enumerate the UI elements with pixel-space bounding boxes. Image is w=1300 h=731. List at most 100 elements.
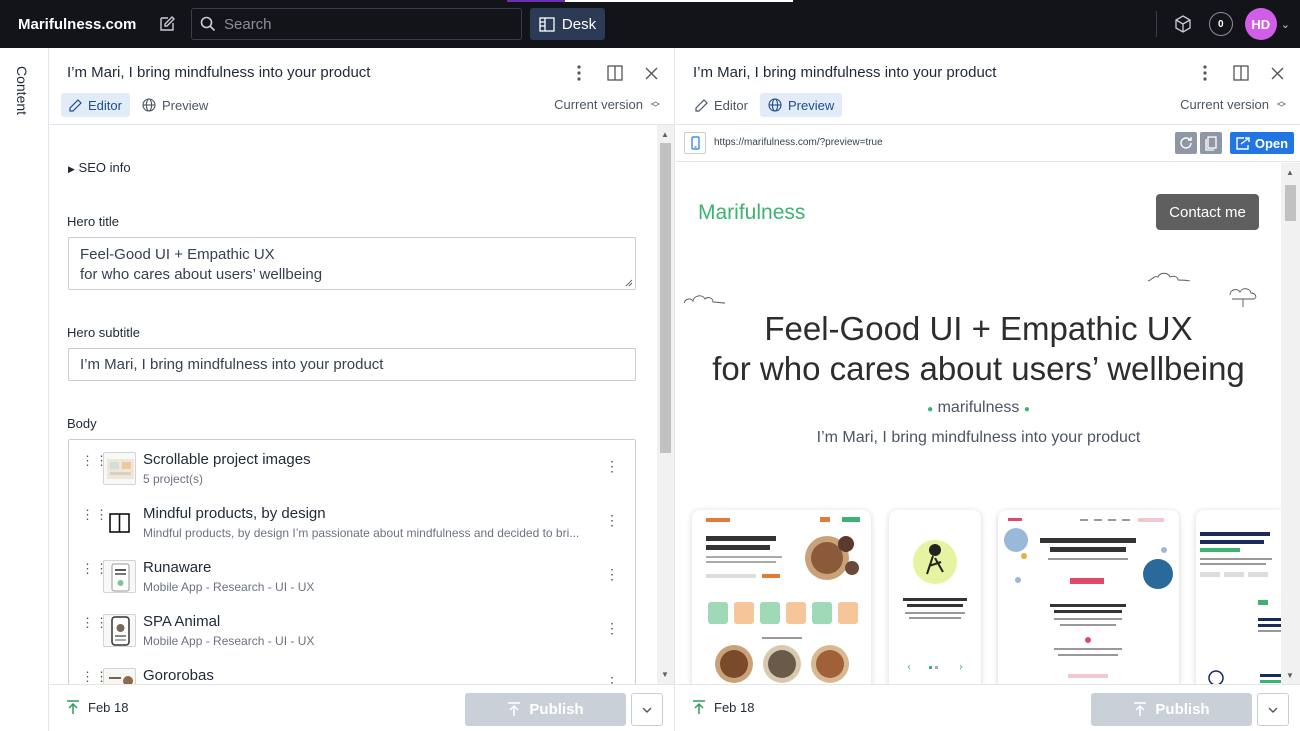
more-options-icon[interactable]: [568, 62, 590, 84]
cloud-doodle: [1229, 288, 1257, 307]
search-input[interactable]: Search: [191, 8, 522, 40]
scrollbar-thumb[interactable]: [660, 143, 671, 453]
scroll-down-arrow-icon[interactable]: ▼: [661, 670, 669, 679]
notification-count-badge[interactable]: 0: [1208, 12, 1233, 36]
hero-title-field[interactable]: Feel-Good UI + Empathic UX for who cares…: [68, 237, 636, 290]
list-item-title: SPA Animal: [143, 613, 221, 630]
chevron-down-icon[interactable]: ⌄: [1281, 18, 1290, 31]
publish-menu-button[interactable]: [631, 693, 663, 726]
site-preview: Marifulness Contact me Feel-Good UI + Em…: [676, 163, 1281, 684]
external-link-icon: [1236, 136, 1250, 150]
open-button[interactable]: Open: [1230, 132, 1294, 154]
preview-url-bar: https://marifulness.com/?preview=true Op…: [676, 125, 1300, 162]
list-item-subtitle: Mobile App - Research - UI - UX: [143, 634, 315, 648]
split-pane-icon[interactable]: [1230, 62, 1252, 84]
more-options-icon[interactable]: [1194, 62, 1216, 84]
more-options-icon[interactable]: ⋮: [605, 566, 619, 583]
tab-preview-label: Preview: [161, 97, 209, 113]
chevron-down-icon: [1268, 707, 1278, 713]
site-logo[interactable]: Marifulness: [698, 201, 805, 225]
drag-handle-icon[interactable]: ⋮⋮: [81, 670, 108, 684]
hero-title-line-1: Feel-Good UI + Empathic UX: [80, 246, 275, 263]
body-block-list: ⋮⋮ Scrollable project images 5 project(s…: [68, 439, 636, 684]
resize-handle-icon[interactable]: [625, 279, 633, 287]
project-card-ecopaa[interactable]: [998, 510, 1179, 684]
copy-icon[interactable]: [1200, 132, 1222, 154]
more-options-icon[interactable]: ⋮: [605, 620, 619, 637]
package-icon[interactable]: [1169, 10, 1197, 38]
publish-arrow-icon: [67, 700, 79, 714]
pencil-icon: [69, 98, 82, 112]
list-item[interactable]: ⋮⋮ Scrollable project images 5 project(s…: [69, 440, 635, 494]
publish-button[interactable]: Publish: [465, 693, 626, 726]
close-icon[interactable]: [640, 62, 662, 84]
more-options-icon[interactable]: ⋮: [605, 674, 619, 684]
list-item[interactable]: ⋮⋮ Gororobas ⋮: [69, 656, 635, 684]
editor-scrollbar[interactable]: ▲ ▼: [657, 125, 674, 684]
scrollbar-thumb[interactable]: [1285, 185, 1296, 221]
list-item-title: Scrollable project images: [143, 451, 311, 468]
drag-handle-icon[interactable]: ⋮⋮: [81, 616, 108, 638]
scroll-up-arrow-icon[interactable]: ▲: [1286, 168, 1294, 177]
preview-url[interactable]: https://marifulness.com/?preview=true: [714, 137, 883, 148]
brand-name[interactable]: Marifulness.com: [18, 16, 158, 33]
list-item[interactable]: ⋮⋮ Mindful products, by design Mindful p…: [69, 494, 635, 548]
more-options-icon[interactable]: ⋮: [605, 458, 619, 475]
project-card-runaware[interactable]: ‹ ›: [889, 510, 981, 684]
compose-icon[interactable]: [153, 10, 181, 38]
tab-preview[interactable]: Preview: [759, 93, 843, 117]
version-selector[interactable]: Current version ︿ ﹀: [1180, 95, 1286, 113]
project-thumbnail: [103, 560, 136, 593]
drag-handle-icon[interactable]: ⋮⋮: [81, 454, 108, 476]
project-card-gororobas[interactable]: [692, 510, 871, 684]
tab-preview[interactable]: Preview: [134, 93, 216, 117]
publish-icon: [1134, 702, 1147, 716]
project-thumbnail: [103, 614, 136, 647]
tab-editor[interactable]: Editor: [61, 93, 130, 117]
drag-handle-icon[interactable]: ⋮⋮: [81, 508, 108, 530]
more-options-icon[interactable]: ⋮: [605, 512, 619, 529]
seo-info-toggle[interactable]: ▶ SEO info: [68, 160, 131, 175]
body-label: Body: [67, 416, 97, 431]
published-date-text: Feb 18: [88, 700, 129, 715]
dot-icon: ●: [927, 404, 934, 415]
content-rail-label[interactable]: Content: [14, 66, 30, 115]
preview-pane-footer: Feb 18 Publish: [676, 684, 1300, 731]
scroll-up-arrow-icon[interactable]: ▲: [661, 130, 669, 139]
search-icon: [200, 16, 216, 32]
mobile-device-icon[interactable]: [684, 132, 706, 154]
project-card-green[interactable]: [1196, 510, 1281, 684]
contact-button[interactable]: Contact me: [1156, 194, 1259, 230]
brand-tag: ● marifulness ●: [676, 399, 1281, 417]
preview-scrollbar[interactable]: ▲ ▼: [1281, 163, 1300, 684]
drag-handle-icon[interactable]: ⋮⋮: [81, 562, 108, 584]
desk-button[interactable]: Desk: [530, 8, 605, 40]
topbar-divider: [1155, 11, 1157, 37]
updown-chevron-icon: ︿ ﹀: [1276, 95, 1286, 113]
editor-form: ▶ SEO info Hero title Feel-Good UI + Emp…: [50, 125, 674, 684]
list-item-subtitle: Mobile App - Research - UI - UX: [143, 580, 315, 594]
brand-tag-text: marifulness: [937, 399, 1020, 416]
split-pane-icon[interactable]: [604, 62, 626, 84]
tab-editor[interactable]: Editor: [687, 93, 756, 117]
publish-menu-button[interactable]: [1257, 693, 1289, 726]
published-date: Feb 18: [692, 700, 754, 715]
list-item[interactable]: ⋮⋮ Runaware Mobile App - Research - UI -…: [69, 548, 635, 602]
avatar[interactable]: HD: [1244, 8, 1277, 40]
open-label: Open: [1254, 135, 1289, 151]
updown-chevron-icon: ︿ ﹀: [650, 95, 660, 113]
close-icon[interactable]: [1266, 62, 1288, 84]
desk-label: Desk: [561, 15, 597, 33]
editor-pane-footer: Feb 18 Publish: [50, 684, 674, 731]
publish-label: Publish: [529, 701, 584, 718]
version-selector[interactable]: Current version ︿ ﹀: [554, 95, 660, 113]
scroll-down-arrow-icon[interactable]: ▼: [1286, 671, 1294, 680]
version-label: Current version: [1180, 97, 1269, 112]
list-item[interactable]: ⋮⋮ SPA Animal Mobile App - Research - UI…: [69, 602, 635, 656]
publish-button[interactable]: Publish: [1091, 693, 1252, 726]
editor-pane-header: I’m Mari, I bring mindfulness into your …: [50, 48, 674, 125]
reload-icon[interactable]: [1175, 132, 1197, 154]
top-accent-stripe-light: [565, 0, 793, 2]
published-date-text: Feb 18: [714, 700, 755, 715]
hero-subtitle-field[interactable]: I’m Mari, I bring mindfulness into your …: [68, 348, 636, 381]
